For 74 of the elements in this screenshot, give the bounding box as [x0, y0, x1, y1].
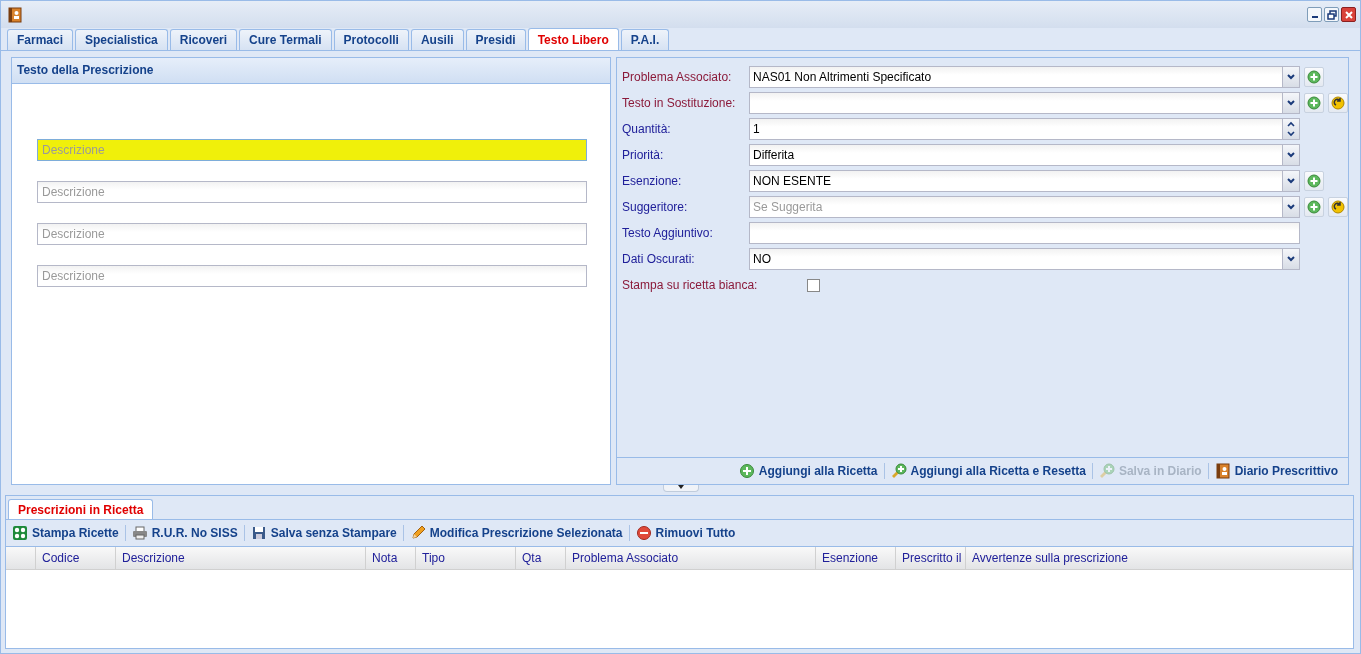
add-button[interactable] [1304, 67, 1324, 87]
tab[interactable]: Specialistica [75, 29, 168, 50]
toolbar-button[interactable]: Stampa Ricette [10, 525, 121, 541]
add-button[interactable] [1304, 197, 1324, 217]
checkbox[interactable] [807, 278, 821, 292]
reset-button[interactable] [1328, 93, 1348, 113]
description-field[interactable]: Descrizione [37, 265, 587, 287]
description-field[interactable]: Descrizione [37, 181, 587, 203]
add-button[interactable] [1304, 93, 1324, 113]
spinner-arrows-icon[interactable] [1283, 118, 1300, 140]
tab[interactable]: Testo Libero [527, 28, 619, 50]
field-label: Problema Associato: [622, 69, 733, 85]
minimize-icon [1311, 16, 1318, 18]
column-header[interactable]: Descrizione [116, 547, 366, 569]
field-label: Testo Aggiuntivo: [622, 225, 714, 241]
tab[interactable]: Ricoveri [169, 29, 238, 50]
pencil-icon [409, 525, 426, 541]
plus-icon [738, 463, 755, 479]
action-button[interactable]: Diario Prescrittivo [1212, 463, 1340, 479]
collapse-handle[interactable] [663, 485, 699, 492]
column-header[interactable]: Problema Associato [566, 547, 816, 569]
field-label: Priorità: [622, 147, 665, 163]
column-header[interactable]: Nota [366, 547, 416, 569]
tab[interactable]: Farmaci [7, 29, 74, 50]
book-icon [1214, 463, 1231, 479]
action-button[interactable]: Aggiungi alla Ricetta e Resetta [888, 463, 1088, 479]
tab[interactable]: Cure Termali [239, 29, 332, 50]
field-label: Suggeritore: [622, 199, 689, 215]
panel-title: Testo della Prescrizione [12, 58, 610, 84]
tab[interactable]: Ausili [410, 29, 464, 50]
close-icon [1343, 9, 1354, 20]
plus-broom-icon [1098, 463, 1115, 479]
tab[interactable]: Presidi [465, 29, 526, 50]
dropdown-field[interactable]: Differita [749, 144, 1283, 166]
dropdown-field[interactable]: Se Suggerita [749, 196, 1283, 218]
field-label: Quantità: [622, 121, 672, 137]
book-icon [7, 6, 23, 23]
number-field[interactable]: 1 [749, 118, 1283, 140]
description-field[interactable]: Descrizione [37, 139, 587, 161]
toolbar-button[interactable]: Rimuovi Tutto [633, 525, 738, 541]
action-button[interactable]: Aggiungi alla Ricetta [736, 463, 880, 479]
column-header[interactable]: Esenzione [816, 547, 896, 569]
restore-button[interactable] [1324, 7, 1339, 22]
toolbar-button[interactable]: Salva senza Stampare [248, 525, 399, 541]
tab[interactable]: Protocolli [333, 29, 409, 50]
tab[interactable]: Prescrizioni in Ricetta [8, 499, 154, 519]
column-header[interactable]: Codice [36, 547, 116, 569]
save-icon [250, 525, 267, 541]
minimize-button[interactable] [1307, 7, 1322, 22]
toolbar-button[interactable]: Modifica Prescrizione Selezionata [407, 525, 625, 541]
dropdown-field[interactable]: NAS01 Non Altrimenti Specificato [749, 66, 1283, 88]
dots-icon [12, 525, 28, 541]
restore-icon [1326, 9, 1337, 20]
minus-icon [635, 525, 652, 541]
dropdown-field[interactable]: NO [749, 248, 1283, 270]
field-label: Dati Oscurati: [622, 251, 696, 267]
dropdown-field[interactable] [749, 92, 1283, 114]
add-button[interactable] [1304, 171, 1324, 191]
field-label: Esenzione: [622, 173, 683, 189]
column-header[interactable]: Avvertenze sulla prescrizione [966, 547, 1353, 569]
description-field[interactable]: Descrizione [37, 223, 587, 245]
column-header[interactable]: Qta [516, 547, 566, 569]
field-label: Testo in Sostituzione: [622, 95, 737, 111]
toolbar-button[interactable]: R.U.R. No SISS [129, 525, 240, 541]
column-header[interactable]: Prescritto il [896, 547, 966, 569]
printer-icon [131, 525, 148, 541]
close-button[interactable] [1341, 7, 1356, 22]
tab[interactable]: P.A.I. [620, 29, 670, 50]
column-header[interactable]: Tipo [416, 547, 516, 569]
text-field[interactable] [749, 222, 1300, 244]
reset-button[interactable] [1328, 197, 1348, 217]
field-label: Stampa su ricetta bianca: [622, 277, 758, 293]
dropdown-field[interactable]: NON ESENTE [749, 170, 1283, 192]
plus-broom-icon [890, 463, 907, 479]
